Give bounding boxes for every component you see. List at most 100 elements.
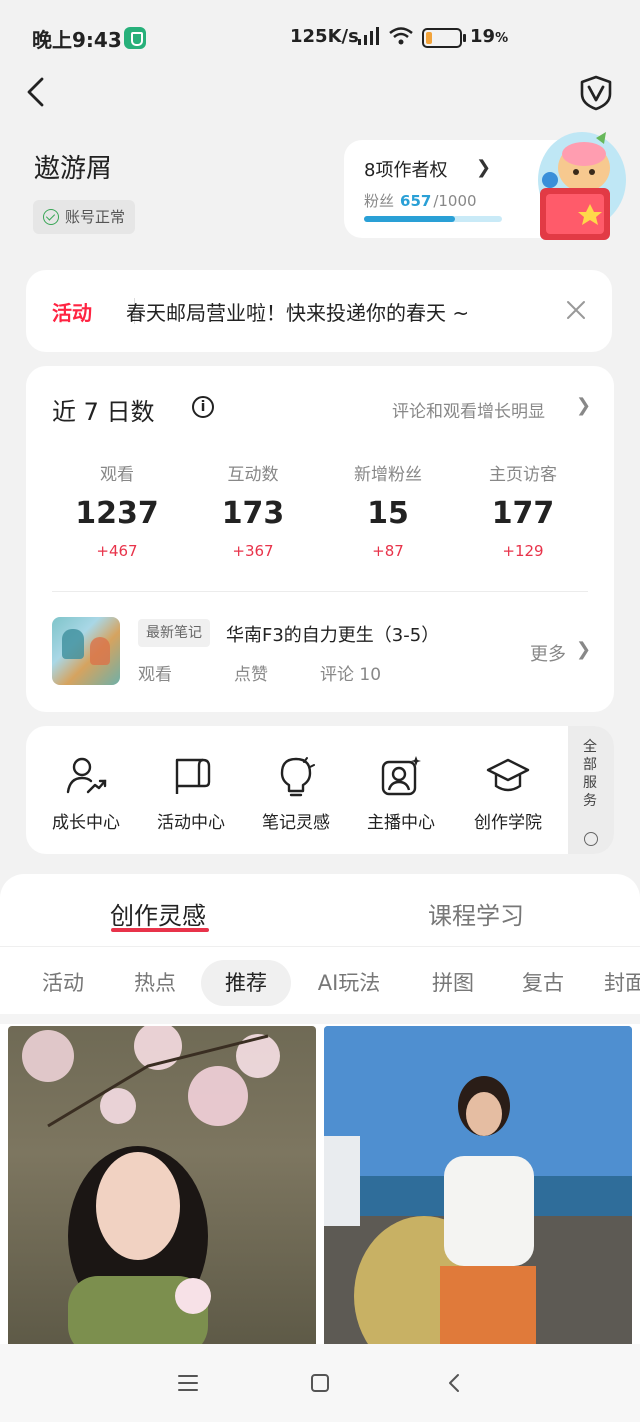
note-likes: 点赞 <box>234 665 268 685</box>
battery-percent-value: 19 <box>470 26 496 47</box>
shield-v-icon[interactable] <box>578 74 614 112</box>
chevron-right-icon: ❯ <box>476 157 492 178</box>
note-views: 观看 <box>138 665 172 685</box>
banner-tag: 活动 <box>52 301 92 325</box>
stats-card: 近 7 日数 i 评论和观看增长明显 ❯ 观看 1237 +467 互动数 17… <box>26 366 614 712</box>
cherry-blossom-photo <box>22 1026 280 1344</box>
all-services-label: 全部服务 <box>583 739 597 809</box>
metric-delta: +87 <box>372 542 404 560</box>
chip-collage[interactable]: 拼图 <box>410 960 496 1006</box>
chip-activity[interactable]: 活动 <box>20 960 106 1006</box>
tool-label: 成长中心 <box>52 813 120 833</box>
stats-title: 近 7 日数 <box>52 398 155 426</box>
growth-icon <box>66 757 107 794</box>
mascot-illustration <box>538 132 626 240</box>
fans-label: 粉丝 <box>364 192 395 210</box>
activity-banner[interactable]: 活动 春天邮局营业啦！快来投递你的春天 ~ <box>26 270 612 352</box>
username: 遨游屑 <box>34 154 113 184</box>
rights-title: 8项作者权 <box>364 160 448 181</box>
stats-hint-link[interactable]: 评论和观看增长明显 <box>392 397 545 422</box>
flag-icon <box>175 758 211 794</box>
divider <box>0 1014 640 1024</box>
metric-interactions[interactable]: 互动数 173 +367 <box>185 460 321 560</box>
chip-hot[interactable]: 热点 <box>112 960 198 1006</box>
account-status-badge[interactable]: 账号正常 <box>33 200 136 234</box>
back-nav-icon[interactable] <box>440 1368 470 1398</box>
tool-growth-center[interactable]: 成长中心 <box>38 754 134 833</box>
battery-fill <box>426 32 433 44</box>
status-bar: 晚上9:43 125K/s 19% <box>0 0 640 78</box>
tab-course-learning[interactable]: 课程学习 <box>428 896 524 931</box>
metric-value: 177 <box>491 496 555 531</box>
metric-new-fans[interactable]: 新增粉丝 15 +87 <box>320 460 456 560</box>
fans-progress-text: 粉丝 657/1000 <box>364 190 477 211</box>
info-icon[interactable]: i <box>192 396 214 418</box>
menu-icon[interactable] <box>173 1368 203 1398</box>
system-nav-bar <box>0 1344 640 1422</box>
signal-icon <box>358 27 379 45</box>
account-status-text: 账号正常 <box>65 208 126 226</box>
fans-target: /1000 <box>433 192 477 210</box>
latest-note-title[interactable]: 华南F3的自力更生（3-5） <box>226 621 439 647</box>
chip-recommend[interactable]: 推荐 <box>201 960 291 1006</box>
metric-delta: +367 <box>232 542 274 560</box>
chevron-right-icon: ❯ <box>576 639 592 660</box>
network-speed: 125K/s <box>290 26 359 47</box>
chip-cover[interactable]: 封面 <box>604 960 640 1006</box>
metric-value: 173 <box>221 496 285 531</box>
chip-retro[interactable]: 复古 <box>500 960 586 1006</box>
divider <box>52 591 588 592</box>
streamer-icon <box>381 756 421 796</box>
quick-tools: 成长中心 活动中心 笔记灵感 主播中心 创作学院 全部服务 <box>26 726 614 854</box>
latest-note-thumbnail[interactable] <box>52 617 120 685</box>
feed-photo[interactable] <box>324 1026 632 1344</box>
battery-percent-unit: % <box>495 31 509 46</box>
feed-photo[interactable] <box>8 1026 316 1344</box>
bulb-icon <box>280 757 315 797</box>
divider <box>0 946 640 947</box>
security-shield-icon <box>124 27 146 49</box>
seaside-portrait-photo <box>324 1026 632 1344</box>
metric-delta: +129 <box>502 542 544 560</box>
metric-views[interactable]: 观看 1237 +467 <box>49 460 185 560</box>
note-comments: 评论 10 <box>320 665 382 685</box>
metric-delta: +467 <box>96 542 138 560</box>
banner-text: 春天邮局营业啦！快来投递你的春天 ~ <box>126 301 470 325</box>
metric-value: 1237 <box>75 496 159 531</box>
metric-label: 新增粉丝 <box>354 465 422 485</box>
status-time: 晚上9:43 <box>32 28 122 52</box>
chevron-right-icon: ❯ <box>576 395 592 416</box>
tool-creator-academy[interactable]: 创作学院 <box>460 754 556 833</box>
metric-label: 观看 <box>100 465 134 485</box>
home-icon[interactable] <box>305 1368 335 1398</box>
wifi-icon <box>389 27 413 45</box>
battery-percent: 19% <box>470 26 508 47</box>
tool-activity-center[interactable]: 活动中心 <box>143 754 239 833</box>
tool-note-inspiration[interactable]: 笔记灵感 <box>248 754 344 833</box>
back-icon[interactable] <box>20 74 56 110</box>
metric-label: 互动数 <box>227 465 279 485</box>
latest-note-tag: 最新笔记 <box>138 619 210 647</box>
tool-label: 活动中心 <box>157 813 225 833</box>
metric-profile-visitors[interactable]: 主页访客 177 +129 <box>455 460 591 560</box>
close-icon[interactable] <box>560 294 592 326</box>
battery-icon <box>422 28 462 48</box>
all-services-button[interactable]: 全部服务 <box>568 726 614 854</box>
active-tab-indicator <box>111 928 209 932</box>
tool-streamer-center[interactable]: 主播中心 <box>353 754 449 833</box>
check-circle-icon <box>43 209 59 225</box>
inspiration-panel: 创作灵感 课程学习 活动 热点 推荐 AI玩法 拼图 复古 封面 <box>0 874 640 1344</box>
tool-label: 主播中心 <box>367 813 435 833</box>
battery-tip <box>463 34 466 42</box>
metric-label: 主页访客 <box>489 465 557 485</box>
chip-ai[interactable]: AI玩法 <box>306 960 392 1006</box>
more-link[interactable]: 更多 <box>530 640 566 666</box>
tool-label: 创作学院 <box>474 813 542 833</box>
fans-progress-bar <box>364 216 502 222</box>
chevron-right-circle-icon <box>584 832 598 846</box>
metric-value: 15 <box>367 496 409 531</box>
tab-creative-inspiration[interactable]: 创作灵感 <box>110 896 206 931</box>
fans-current: 657 <box>400 192 432 210</box>
tool-label: 笔记灵感 <box>262 813 330 833</box>
graduation-cap-icon <box>486 758 530 792</box>
